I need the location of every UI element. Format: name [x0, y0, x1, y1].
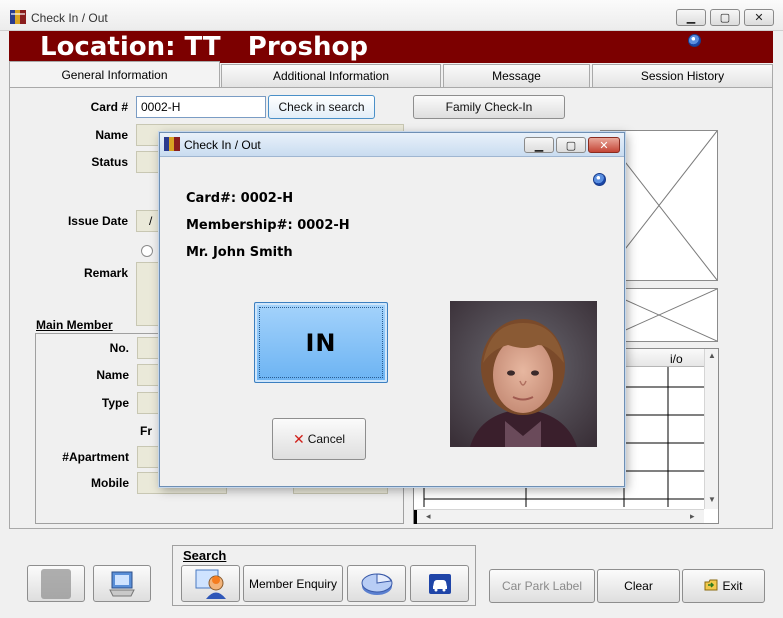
- grid-io-header: i/o: [670, 352, 683, 366]
- maximize-icon: ▢: [719, 12, 731, 24]
- member-no-label: No.: [109, 341, 129, 355]
- close-icon: ✕: [599, 139, 609, 152]
- maximize-button[interactable]: ▢: [710, 9, 740, 26]
- maximize-icon: ▢: [565, 139, 577, 152]
- tab-session-history[interactable]: Session History: [592, 64, 773, 87]
- exit-icon: [704, 579, 718, 594]
- dialog-maximize-button[interactable]: ▢: [556, 137, 586, 153]
- computer-icon: [109, 571, 135, 596]
- card-number-input[interactable]: 0002-H: [136, 96, 266, 118]
- tab-label: Message: [492, 69, 541, 83]
- minimize-button[interactable]: ▁: [676, 9, 706, 26]
- pie-chart-button[interactable]: [347, 565, 406, 602]
- card-reader-icon: [41, 568, 71, 599]
- tab-label: General Information: [61, 67, 168, 82]
- window-title-bar: Check In / Out ▁ ▢ ✕: [0, 0, 783, 31]
- minimize-icon: ▁: [534, 139, 544, 152]
- dialog-title-bar: Check In / Out ▁ ▢ ✕: [160, 133, 624, 157]
- computer-button[interactable]: [93, 565, 151, 602]
- grid-vertical-scrollbar[interactable]: ▲ ▼: [704, 349, 718, 509]
- name-label: Name: [95, 128, 128, 142]
- car-icon: [428, 573, 451, 594]
- tab-label: Additional Information: [272, 69, 390, 83]
- card-label: Card #: [90, 100, 128, 114]
- scroll-right-icon[interactable]: ▸: [690, 511, 695, 522]
- minimize-icon: ▁: [686, 12, 696, 24]
- close-button[interactable]: ✕: [744, 9, 774, 26]
- location-title: Location: TT Proshop: [40, 32, 368, 62]
- clear-label: Clear: [624, 579, 653, 593]
- exit-button[interactable]: Exit: [682, 569, 765, 603]
- person-search-button[interactable]: [181, 565, 240, 602]
- close-icon: ✕: [754, 12, 764, 24]
- member-fr-label: Fr: [140, 424, 152, 438]
- remark-label: Remark: [83, 266, 128, 280]
- scroll-down-icon[interactable]: ▼: [708, 495, 716, 504]
- cancel-label: Cancel: [307, 432, 346, 446]
- app-icon: [10, 10, 26, 24]
- car-park-label-text: Car Park Label: [501, 579, 583, 593]
- tab-label: Session History: [640, 69, 725, 83]
- dialog-app-icon: [164, 137, 180, 151]
- exit-label: Exit: [722, 579, 743, 593]
- member-type-label: Type: [101, 396, 129, 410]
- scroll-left-icon[interactable]: ◂: [426, 511, 431, 522]
- dialog-title: Check In / Out: [184, 138, 261, 152]
- search-title: Search: [183, 548, 227, 563]
- issue-date-label: Issue Date: [67, 214, 128, 228]
- family-check-in-label: Family Check-In: [445, 100, 533, 114]
- card-reader-button[interactable]: [27, 565, 85, 602]
- tab-general-information[interactable]: General Information: [9, 61, 220, 87]
- apartment-label: Apartment#: [62, 450, 129, 464]
- tab-message[interactable]: Message: [443, 64, 590, 87]
- member-enquiry-button[interactable]: Member Enquiry: [243, 565, 343, 602]
- globe-icon[interactable]: [688, 34, 701, 47]
- tab-additional-information[interactable]: Additional Information: [221, 64, 441, 87]
- pie-chart-icon: [361, 572, 392, 595]
- radio-option[interactable]: [141, 245, 153, 257]
- window-title: Check In / Out: [31, 11, 108, 25]
- member-enquiry-label: Member Enquiry: [248, 576, 338, 591]
- car-park-label-button[interactable]: Car Park Label: [489, 569, 595, 603]
- dialog-minimize-button[interactable]: ▁: [524, 137, 554, 153]
- main-member-title: Main Member: [36, 318, 113, 332]
- grid-row-marker: [414, 510, 417, 524]
- location-banner: Location: TT Proshop: [9, 31, 773, 63]
- scroll-up-icon[interactable]: ▲: [708, 351, 716, 360]
- grid-horizontal-scrollbar[interactable]: ◂ ▸: [414, 509, 704, 524]
- check-in-search-button[interactable]: Check in search: [268, 95, 375, 119]
- check-in-button[interactable]: IN: [254, 302, 388, 383]
- member-photo: [450, 301, 597, 447]
- issue-date-value: /: [149, 214, 153, 228]
- car-park-button[interactable]: [410, 565, 469, 602]
- mobile-label: Mobile: [91, 476, 129, 490]
- dialog-card-line: Card#: 0002-H: [186, 191, 294, 206]
- clear-button[interactable]: Clear: [597, 569, 680, 603]
- person-search-icon: [195, 569, 226, 599]
- cancel-icon: ✕: [292, 430, 305, 447]
- dialog-membership-line: Membership#: 0002-H: [186, 218, 350, 233]
- dialog-member-name: Mr. John Smith: [186, 245, 293, 260]
- dialog-close-button[interactable]: ✕: [588, 137, 620, 153]
- dialog-cancel-button[interactable]: ✕ Cancel: [272, 418, 366, 460]
- check-in-out-dialog: Check In / Out ▁ ▢ ✕ Card#: 0002-H Membe…: [159, 132, 625, 487]
- check-in-label: IN: [305, 328, 337, 357]
- dialog-globe-icon[interactable]: [593, 173, 606, 186]
- status-label: Status: [91, 155, 128, 169]
- check-in-search-label: Check in search: [278, 100, 365, 114]
- family-check-in-button[interactable]: Family Check-In: [413, 95, 565, 119]
- member-name-label: Name: [96, 368, 129, 382]
